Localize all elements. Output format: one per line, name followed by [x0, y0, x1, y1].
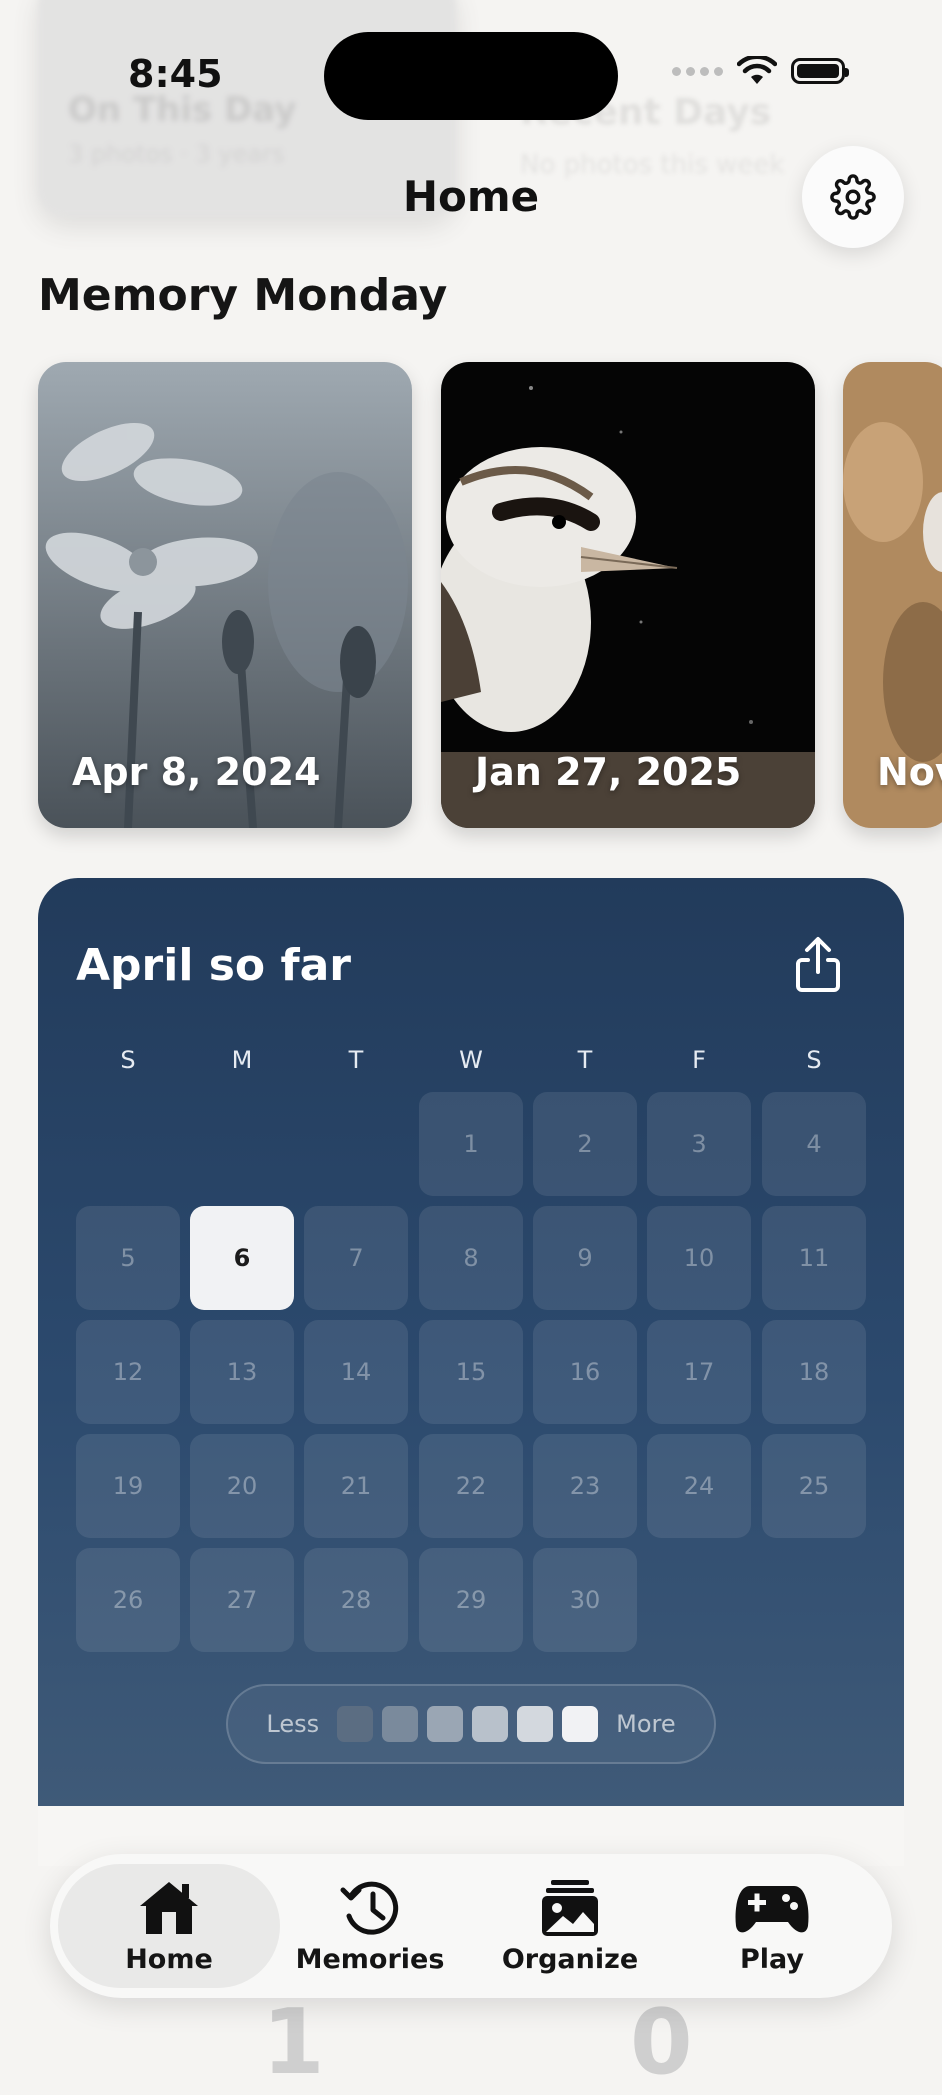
memory-card-date: Nov: [877, 750, 942, 794]
legend-scale: [337, 1706, 599, 1742]
share-icon: [796, 937, 840, 992]
calendar-day[interactable]: 30: [533, 1548, 637, 1652]
calendar-day[interactable]: 11: [762, 1206, 866, 1310]
memory-card-date: Jan 27, 2025: [475, 750, 742, 794]
calendar-day[interactable]: 7: [304, 1206, 408, 1310]
calendar-day[interactable]: 17: [647, 1320, 751, 1424]
battery-icon: [791, 58, 849, 84]
house-icon: [140, 1881, 198, 1934]
page-title: Home: [402, 172, 540, 221]
cellular-signal-icon: [672, 66, 723, 76]
tab-label: Home: [125, 1943, 213, 1975]
memory-card-date: Apr 8, 2024: [72, 750, 321, 794]
calendar-day[interactable]: 3: [647, 1092, 751, 1196]
legend-swatch: [427, 1706, 464, 1742]
calendar-day-today[interactable]: 6: [190, 1206, 294, 1310]
calendar-day[interactable]: 16: [533, 1320, 637, 1424]
legend-more-label: More: [616, 1710, 676, 1738]
legend-swatch: [382, 1706, 419, 1742]
tab-home[interactable]: Home: [58, 1864, 280, 1988]
weekday-label: M: [231, 1046, 253, 1074]
status-indicators: [672, 56, 849, 86]
weekday-label: S: [806, 1046, 822, 1074]
weekday-label: S: [120, 1046, 136, 1074]
weekday-label: T: [577, 1046, 593, 1074]
calendar-day[interactable]: 21: [304, 1434, 408, 1538]
calendar-day[interactable]: 13: [190, 1320, 294, 1424]
background-card-subtitle: 3 photos · 3 years: [68, 140, 285, 168]
tab-label: Play: [739, 1943, 805, 1975]
memory-card-kookaburra[interactable]: Jan 27, 2025: [441, 362, 815, 828]
calendar-day[interactable]: 12: [76, 1320, 180, 1424]
legend-swatch: [562, 1706, 599, 1742]
calendar-day[interactable]: 22: [419, 1434, 523, 1538]
calendar-day[interactable]: 14: [304, 1320, 408, 1424]
calendar-title: April so far: [76, 940, 351, 991]
background-card-title: On This Day: [68, 90, 297, 130]
tab-organize[interactable]: Organize: [470, 1864, 670, 1988]
calendar-day[interactable]: 28: [304, 1548, 408, 1652]
legend-swatch: [337, 1706, 374, 1742]
calendar-day[interactable]: 24: [647, 1434, 751, 1538]
calendar-day[interactable]: 20: [190, 1434, 294, 1538]
background-digit: 1: [262, 1990, 325, 2095]
calendar-day[interactable]: 25: [762, 1434, 866, 1538]
settings-button[interactable]: [802, 146, 904, 248]
status-time: 8:45: [128, 52, 223, 96]
calendar-day[interactable]: 8: [419, 1206, 523, 1310]
calendar-day[interactable]: 19: [76, 1434, 180, 1538]
section-title-memory-monday: Memory Monday: [38, 270, 448, 321]
calendar-day[interactable]: 23: [533, 1434, 637, 1538]
gamepad-icon: [735, 1885, 809, 1932]
legend-swatch: [517, 1706, 554, 1742]
background-digit: 0: [630, 1990, 693, 2095]
calendar-day[interactable]: 29: [419, 1548, 523, 1652]
memory-card-flowers[interactable]: Apr 8, 2024: [38, 362, 412, 828]
tab-play[interactable]: Play: [672, 1864, 872, 1988]
calendar-day[interactable]: 26: [76, 1548, 180, 1652]
legend-swatch: [472, 1706, 509, 1742]
legend-less-label: Less: [266, 1710, 320, 1738]
calendar-day[interactable]: 4: [762, 1092, 866, 1196]
clock-history-icon: [340, 1881, 399, 1935]
calendar-day[interactable]: 9: [533, 1206, 637, 1310]
calendar-day[interactable]: 1: [419, 1092, 523, 1196]
calendar-day[interactable]: 10: [647, 1206, 751, 1310]
tab-memories[interactable]: Memories: [270, 1864, 470, 1988]
photo-stack-icon: [542, 1879, 598, 1936]
heatmap-legend: Less More: [226, 1684, 716, 1764]
calendar-day[interactable]: 27: [190, 1548, 294, 1652]
calendar-day[interactable]: 18: [762, 1320, 866, 1424]
share-button[interactable]: [788, 934, 848, 996]
calendar-card: April so far SMTWTFS 1 2 3 4 5 6 7 8 9 10 11 12 13 14…: [38, 878, 904, 1806]
tab-label: Organize: [501, 1943, 639, 1975]
dynamic-island: [324, 32, 618, 120]
weekday-label: W: [459, 1046, 483, 1074]
tab-label: Memories: [295, 1943, 445, 1975]
calendar-day[interactable]: 2: [533, 1092, 637, 1196]
wifi-icon: [737, 56, 777, 84]
gear-icon: [830, 174, 876, 220]
memory-card-partial[interactable]: Nov: [843, 362, 942, 828]
weekday-label: T: [348, 1046, 364, 1074]
tab-bar: Home Memories Organize Play: [50, 1854, 892, 1998]
calendar-day[interactable]: 5: [76, 1206, 180, 1310]
calendar-day[interactable]: 15: [419, 1320, 523, 1424]
weekday-label: F: [692, 1046, 706, 1074]
